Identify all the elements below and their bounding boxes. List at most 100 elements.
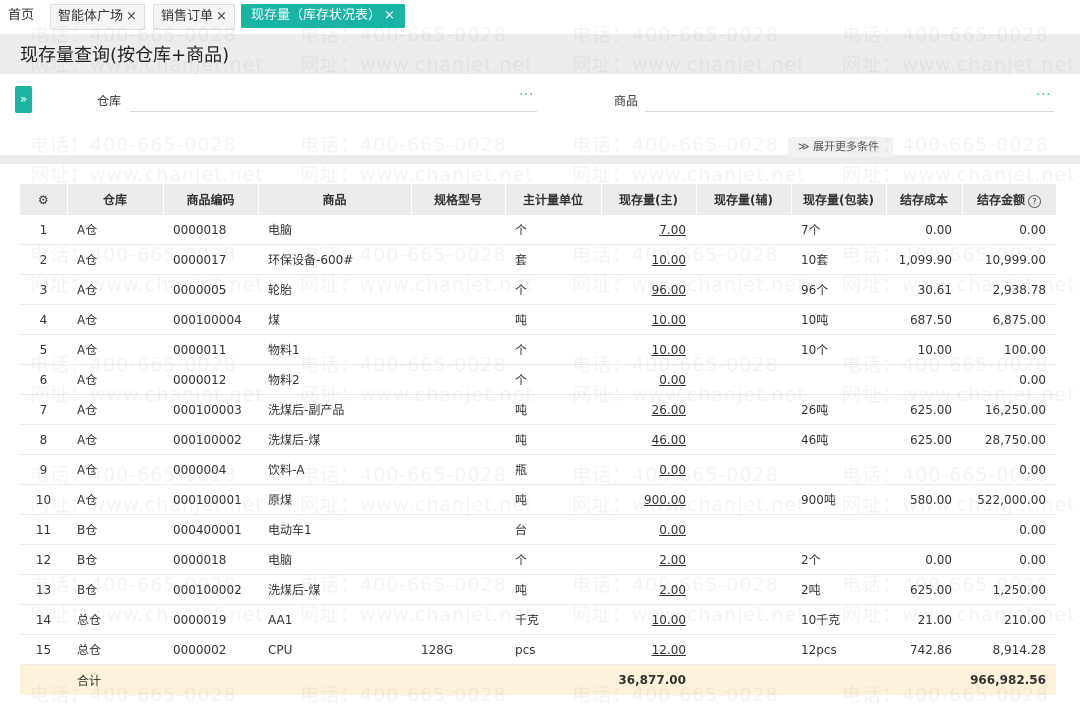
table-row[interactable]: 5 A仓 0000011 物料1 个 10.00 10个 10.00 100.00 xyxy=(20,334,1056,365)
cell-spec xyxy=(411,454,505,485)
cell-qty-main[interactable]: 96.00 xyxy=(601,274,696,305)
qty-link[interactable]: 900.00 xyxy=(644,493,686,507)
cell-qty-pack: 96个 xyxy=(791,274,886,305)
cell-product: 物料2 xyxy=(258,364,411,395)
qty-link[interactable]: 0.00 xyxy=(659,373,686,387)
cell-product: CPU xyxy=(258,634,411,665)
cell-qty-main[interactable]: 46.00 xyxy=(601,424,696,455)
warehouse-field[interactable] xyxy=(130,111,537,112)
cell-warehouse: A仓 xyxy=(67,364,163,395)
cell-unit: 台 xyxy=(505,514,601,545)
qty-link[interactable]: 12.00 xyxy=(652,643,686,657)
tab-home[interactable]: 首页 xyxy=(0,4,42,28)
qty-link[interactable]: 2.00 xyxy=(659,553,686,567)
more-conditions-band xyxy=(0,155,1080,164)
more-conditions-button[interactable]: ≫ 展开更多条件 xyxy=(788,137,894,157)
col-qty-main[interactable]: 现存量(主) xyxy=(601,184,697,215)
cell-qty-aux xyxy=(696,334,791,365)
col-qty-aux[interactable]: 现存量(辅) xyxy=(696,184,792,215)
cell-amount: 0.00 xyxy=(962,514,1056,545)
table-row[interactable]: 9 A仓 0000004 饮料-A 瓶 0.00 0.00 xyxy=(20,454,1056,485)
qty-link[interactable]: 10.00 xyxy=(652,253,686,267)
column-settings-icon[interactable]: ⚙ xyxy=(20,184,68,215)
expand-panel-icon[interactable]: » xyxy=(15,86,32,113)
product-field[interactable] xyxy=(645,111,1054,112)
product-picker-icon[interactable]: ··· xyxy=(1036,88,1051,103)
qty-link[interactable]: 2.00 xyxy=(659,583,686,597)
cell-qty-main[interactable]: 2.00 xyxy=(601,544,696,575)
cell-cost: 1,099.90 xyxy=(886,244,962,275)
cell-qty-main[interactable]: 10.00 xyxy=(601,604,696,635)
col-qty-pack[interactable]: 现存量(包装) xyxy=(791,184,887,215)
cell-qty-main[interactable]: 7.00 xyxy=(601,215,696,245)
cell-qty-main[interactable]: 900.00 xyxy=(601,484,696,515)
cell-qty-main[interactable]: 10.00 xyxy=(601,304,696,335)
qty-link[interactable]: 96.00 xyxy=(652,283,686,297)
cell-unit: 吨 xyxy=(505,424,601,455)
help-icon[interactable]: ? xyxy=(1028,195,1041,208)
table-row[interactable]: 6 A仓 0000012 物料2 个 0.00 0.00 xyxy=(20,364,1056,395)
table-row[interactable]: 14 总仓 0000019 AA1 千克 10.00 10千克 21.00 210.00 xyxy=(20,604,1056,635)
cell-qty-main[interactable]: 0.00 xyxy=(601,514,696,545)
col-amount[interactable]: 结存金额? xyxy=(962,184,1057,215)
cell-qty-aux xyxy=(696,514,791,545)
table-row[interactable]: 3 A仓 0000005 轮胎 个 96.00 96个 30.61 2,938.78 xyxy=(20,274,1056,305)
warehouse-picker-icon[interactable]: ··· xyxy=(519,88,534,103)
row-index: 15 xyxy=(20,634,67,665)
qty-link[interactable]: 26.00 xyxy=(652,403,686,417)
inventory-table-wrap: ⚙ 仓库 商品编码 商品 规格型号 主计量单位 现存量(主) 现存量(辅) 现存… xyxy=(20,184,1076,695)
row-index: 3 xyxy=(20,274,67,305)
close-icon[interactable]: × xyxy=(384,8,395,23)
table-body: 1 A仓 0000018 电脑个 7.00 7个 0.00 0.00 2 A仓 0000017 环保设… xyxy=(20,215,1056,695)
cell-qty-pack: 46吨 xyxy=(791,424,886,455)
qty-link[interactable]: 0.00 xyxy=(659,523,686,537)
table-row[interactable]: 15 总仓 0000002 CPU 128G pcs 12.00 12pcs 742.86 8,9… xyxy=(20,634,1056,665)
qty-link[interactable]: 0.00 xyxy=(659,463,686,477)
table-row[interactable]: 1 A仓 0000018 电脑个 7.00 7个 0.00 0.00 xyxy=(20,215,1056,245)
cell-qty-pack: 2个 xyxy=(791,544,886,575)
cell-product-code: 0000011 xyxy=(163,334,258,365)
table-row[interactable]: 4 A仓 000100004 煤 吨 10.00 10吨 687.50 6,875.00 xyxy=(20,304,1056,335)
cell-qty-main[interactable]: 10.00 xyxy=(601,244,696,275)
row-index: 5 xyxy=(20,334,67,365)
cell-cost: 21.00 xyxy=(886,604,962,635)
tab-sales-order[interactable]: 销售订单 × xyxy=(153,4,235,30)
col-warehouse[interactable]: 仓库 xyxy=(67,184,164,215)
row-index: 1 xyxy=(20,215,67,245)
cell-warehouse: A仓 xyxy=(67,454,163,485)
qty-link[interactable]: 7.00 xyxy=(659,223,686,237)
close-icon[interactable]: × xyxy=(126,9,137,24)
tab-inventory-status[interactable]: 现存量（库存状况表） × xyxy=(241,4,405,28)
table-row[interactable]: 8 A仓 000100002 洗煤后-煤 吨 46.00 46吨 625.00 28,750.0… xyxy=(20,424,1056,455)
qty-link[interactable]: 10.00 xyxy=(652,313,686,327)
qty-link[interactable]: 10.00 xyxy=(652,613,686,627)
cell-spec xyxy=(411,364,505,395)
cell-qty-main[interactable]: 26.00 xyxy=(601,394,696,425)
col-product[interactable]: 商品 xyxy=(258,184,412,215)
qty-link[interactable]: 10.00 xyxy=(652,343,686,357)
cell-qty-main[interactable]: 12.00 xyxy=(601,634,696,665)
cell-product: 电脑 xyxy=(258,544,411,575)
col-main-unit[interactable]: 主计量单位 xyxy=(505,184,602,215)
col-spec[interactable]: 规格型号 xyxy=(411,184,506,215)
table-row[interactable]: 7 A仓 000100003 洗煤后-副产品 吨 26.00 26吨 625.00 16,250… xyxy=(20,394,1056,425)
cell-qty-main[interactable]: 2.00 xyxy=(601,574,696,605)
cell-qty-aux xyxy=(696,484,791,515)
col-cost[interactable]: 结存成本 xyxy=(886,184,963,215)
cell-qty-aux xyxy=(696,634,791,665)
table-row[interactable]: 11 B仓 000400001 电动车1 台 0.00 0.00 xyxy=(20,514,1056,545)
col-product-code[interactable]: 商品编码 xyxy=(163,184,259,215)
table-row[interactable]: 2 A仓 0000017 环保设备-600# 套 10.00 10套 1,099.90 10,9… xyxy=(20,244,1056,275)
tab-agent-square[interactable]: 智能体广场 × xyxy=(50,4,145,30)
cell-qty-main[interactable]: 0.00 xyxy=(601,364,696,395)
cell-qty-main[interactable]: 10.00 xyxy=(601,334,696,365)
warehouse-label: 仓库 xyxy=(97,94,122,108)
table-row[interactable]: 12 B仓 0000018 电脑个 2.00 2个 0.00 0.00 xyxy=(20,544,1056,575)
qty-link[interactable]: 46.00 xyxy=(652,433,686,447)
table-row[interactable]: 13 B仓 000100002 洗煤后-煤 吨 2.00 2吨 625.00 1,250.00 xyxy=(20,574,1056,605)
close-icon[interactable]: × xyxy=(216,9,227,24)
cell-qty-aux xyxy=(696,454,791,485)
table-row[interactable]: 10 A仓 000100001 原煤 吨 900.00 900吨 580.00 522,000.… xyxy=(20,484,1056,515)
cell-qty-pack xyxy=(791,514,886,545)
cell-qty-main[interactable]: 0.00 xyxy=(601,454,696,485)
